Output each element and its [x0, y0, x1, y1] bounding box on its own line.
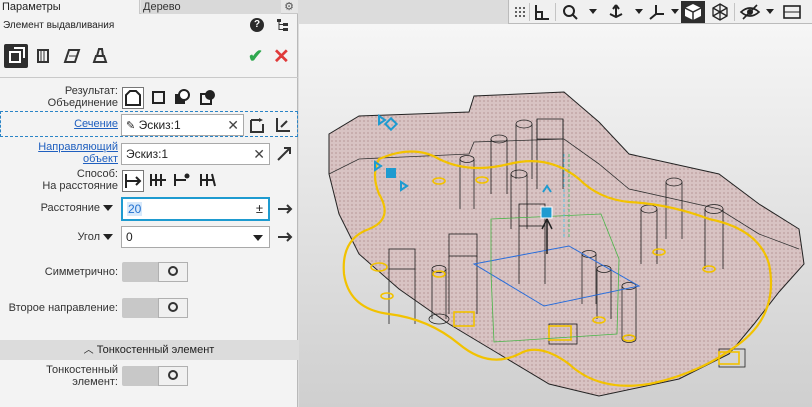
result-value: Объединение [47, 97, 118, 109]
toggle-knob [158, 298, 188, 318]
model-viewport[interactable] [299, 24, 812, 407]
toggle-knob [158, 262, 188, 282]
section-field[interactable]: ✎ Эскиз:1 ✕ [121, 114, 244, 136]
checkmark-icon[interactable]: ✔ [248, 46, 263, 67]
to-vertex-button[interactable] [172, 170, 194, 192]
plus-minus-icon[interactable]: ± [256, 199, 263, 219]
chevron-down-icon[interactable] [766, 9, 774, 14]
thin-toggle[interactable] [122, 366, 188, 386]
distance-input[interactable]: 20 ± [121, 197, 270, 221]
chevron-down-icon[interactable] [671, 9, 679, 14]
shaded-icon[interactable] [681, 1, 705, 23]
sketch-icon[interactable] [274, 116, 292, 134]
toolbar-separator [529, 3, 530, 21]
to-distance-button[interactable] [122, 170, 144, 192]
thin-label: Тонкостенный элемент: [46, 364, 118, 388]
edit-sketch-icon[interactable] [249, 116, 267, 134]
grid-icon[interactable] [513, 1, 527, 23]
method-label: Способ: [76, 168, 118, 180]
clear-icon[interactable]: ✕ [227, 115, 239, 135]
axes-icon[interactable] [533, 1, 551, 23]
method-value: На расстояние [42, 180, 118, 192]
new-body-button[interactable] [148, 87, 170, 109]
loft-mode-button[interactable] [60, 44, 84, 68]
second-direction-toggle[interactable] [122, 298, 188, 318]
chevron-up-icon: ︿ [83, 345, 94, 356]
toolbar-separator [734, 3, 735, 21]
direction-arrow-icon[interactable] [276, 200, 294, 218]
tab-parameters[interactable]: Параметры [0, 0, 140, 14]
orient-icon[interactable] [606, 1, 626, 23]
result-label: Результат: [64, 85, 118, 97]
section-link[interactable]: Сечение [20, 118, 118, 130]
guide-link[interactable]: Направляющий объект [20, 141, 118, 165]
toolbar-separator [555, 3, 556, 21]
section-value: Эскиз:1 [138, 118, 181, 132]
view-toolbar [508, 0, 812, 24]
operation-title: Элемент выдавливания [3, 20, 115, 31]
intersect-button[interactable] [198, 87, 220, 109]
wireframe-icon[interactable] [709, 1, 731, 23]
arrow-diagonal-icon[interactable] [275, 145, 293, 163]
angle-select[interactable]: 0 [121, 226, 270, 248]
zoom-icon[interactable] [561, 1, 579, 23]
thin-section-header[interactable]: ︿ Тонкостенный элемент [0, 340, 298, 360]
through-all-button[interactable] [148, 170, 170, 192]
render-icon[interactable] [781, 1, 803, 23]
chevron-down-icon [253, 235, 263, 241]
guide-value: Эскиз:1 [126, 147, 169, 161]
direction-arrow-icon[interactable] [276, 228, 294, 246]
model-drawing[interactable] [299, 24, 812, 407]
pencil-icon: ✎ [126, 120, 136, 132]
visibility-icon[interactable] [739, 1, 761, 23]
chevron-down-icon[interactable] [103, 205, 113, 211]
thin-section-title: Тонкостенный элемент [96, 344, 215, 356]
distance-label: Расстояние [40, 202, 100, 214]
symmetric-toggle[interactable] [122, 262, 188, 282]
sweep-mode-button[interactable] [88, 44, 112, 68]
gear-icon[interactable]: ⚙ [282, 0, 296, 14]
symmetric-label: Симметрично: [44, 266, 118, 278]
view-axes-icon[interactable] [647, 1, 667, 23]
union-button[interactable] [122, 87, 144, 109]
tree-icon[interactable] [276, 18, 290, 32]
angle-label: Угол [77, 231, 100, 243]
tab-tree[interactable]: Дерево [141, 0, 281, 14]
clear-icon[interactable]: ✕ [253, 144, 265, 164]
chevron-down-icon[interactable] [589, 9, 597, 14]
chevron-down-icon[interactable] [635, 9, 643, 14]
angle-value: 0 [126, 230, 133, 244]
guide-field[interactable]: Эскиз:1 ✕ [121, 143, 270, 165]
panel-tabbar: Параметры Дерево ⚙ [0, 0, 298, 14]
help-icon[interactable]: ? [250, 18, 264, 32]
distance-value: 20 [127, 202, 143, 216]
to-surface-button[interactable] [198, 170, 220, 192]
properties-panel: Параметры Дерево ⚙ Элемент выдавливания … [0, 0, 298, 407]
rotate-mode-button[interactable] [32, 44, 56, 68]
divider [0, 77, 298, 82]
second-direction-label: Второе направление: [8, 302, 118, 314]
close-icon[interactable]: ✕ [273, 44, 290, 69]
subtract-button[interactable] [172, 87, 194, 109]
toggle-knob [158, 366, 188, 386]
extrude-mode-button[interactable] [4, 44, 28, 68]
chevron-down-icon[interactable] [103, 234, 113, 240]
